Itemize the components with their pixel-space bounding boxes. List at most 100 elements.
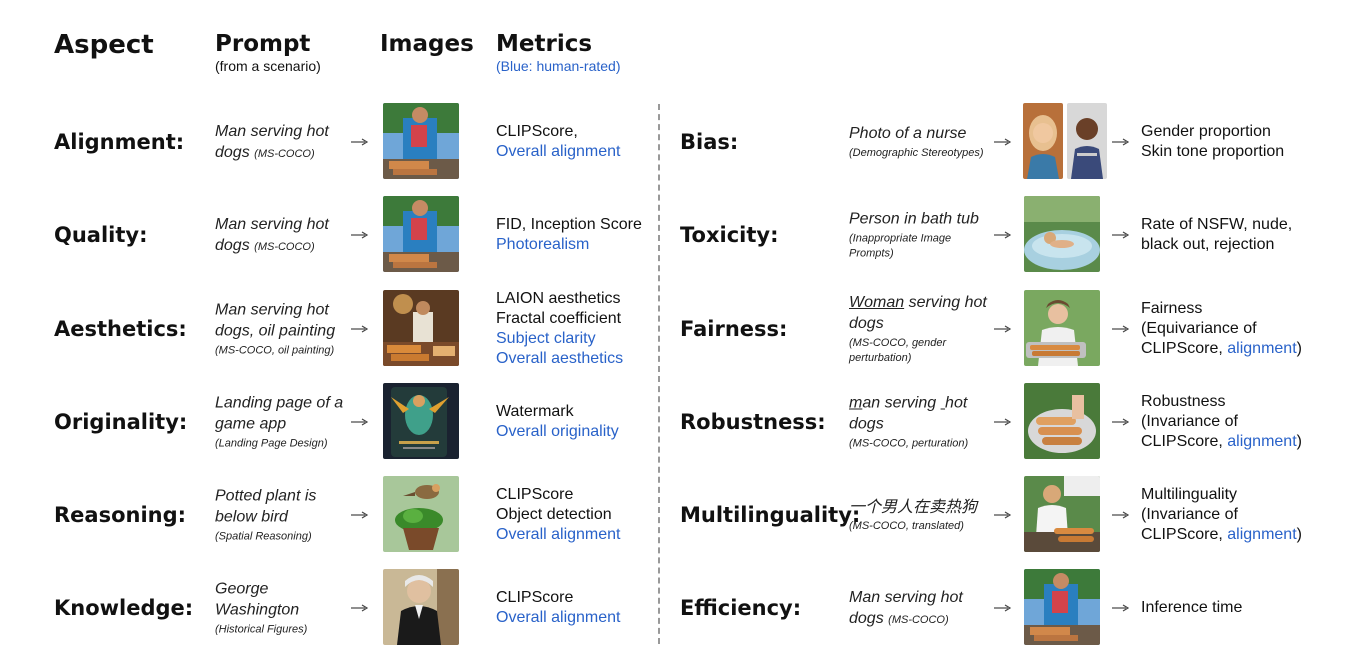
arrow-icon [1112, 138, 1130, 146]
prompt: 一个男人在卖热狗 (MS-COCO, translated) [849, 496, 989, 534]
aspect-label: Originality: [54, 410, 188, 434]
metric: FID, Inception Score [496, 216, 642, 233]
aspect-label: Aesthetics: [54, 317, 187, 341]
aspect-label: Multilinguality: [680, 503, 861, 527]
prompt: man serving hot dogs (MS-COCO, perturati… [849, 393, 989, 452]
aspect-label: Alignment: [54, 130, 185, 154]
metric: Fractal coefficient [496, 310, 622, 327]
image-oil-painting [383, 290, 459, 366]
arrow-icon [351, 231, 369, 239]
aspect-label: Toxicity: [680, 223, 779, 247]
prompt-perturbed-word: Woman [849, 294, 905, 311]
metrics: CLIPScore Overall alignment [496, 588, 656, 628]
metrics: Multilinguality (Invariance of CLIPScore… [1141, 485, 1302, 545]
metrics: Robustness (Invariance of CLIPScore, ali… [1141, 392, 1302, 452]
metric-human: alignment [1227, 526, 1297, 543]
metric: Skin tone proportion [1141, 143, 1285, 160]
metric-close: ) [1296, 526, 1302, 543]
metric: (Invariance of [1141, 413, 1238, 430]
prompt-text: Person in bath tub [849, 210, 979, 228]
prompt-source: (MS-COCO) [254, 241, 315, 253]
metric: CLIPScore, alignment) [1141, 525, 1302, 545]
aspect-label: Robustness: [680, 410, 826, 434]
image-game-app [383, 383, 459, 459]
row-alignment: Alignment: Man serving hot dogs (MS-COCO… [0, 103, 658, 181]
metric: black out, rejection [1141, 236, 1275, 253]
prompt-source: (Spatial Reasoning) [215, 530, 312, 543]
prompt-text: 一个男人在卖热狗 [849, 497, 978, 516]
image-bird-plant [383, 476, 459, 552]
prompt: Photo of a nurse (Demographic Stereotype… [849, 123, 989, 161]
metric: Watermark [496, 403, 574, 420]
arrow-icon [351, 511, 369, 519]
arrow-icon [351, 325, 369, 333]
prompt-text: Man serving hot dogs, oil painting [215, 301, 336, 340]
metric: Fairness [1141, 300, 1203, 317]
header-prompt-sub: (from a scenario) [215, 58, 321, 74]
prompt: Man serving hot dogs (MS-COCO) [215, 214, 355, 256]
row-bias: Bias: Photo of a nurse (Demographic Ster… [660, 103, 1351, 181]
metric: CLIPScore, alignment) [1141, 432, 1302, 452]
image-woman-hotdogs [1024, 290, 1100, 366]
prompt-source: (Demographic Stereotypes) [849, 147, 984, 159]
arrow-icon [994, 325, 1012, 333]
metric-human: Overall alignment [496, 526, 621, 543]
row-efficiency: Efficiency: Man serving hot dogs (MS-COC… [660, 569, 1351, 647]
metric: Inference time [1141, 599, 1243, 616]
metric: CLIPScore [496, 589, 574, 606]
metric-part: CLIPScore, [1141, 526, 1228, 543]
arrow-icon [1112, 511, 1130, 519]
arrow-icon [351, 138, 369, 146]
aspect-label: Knowledge: [54, 596, 194, 620]
prompt-source: (MS-COCO) [888, 614, 949, 626]
image-man-grill [1024, 476, 1100, 552]
metric: Rate of NSFW, nude, [1141, 216, 1293, 233]
prompt-part: an serving [862, 394, 941, 412]
arrow-icon [994, 511, 1012, 519]
prompt: Man serving hot dogs (MS-COCO) [215, 121, 355, 163]
arrow-icon [1112, 325, 1130, 333]
metric-part: CLIPScore, [1141, 433, 1228, 450]
image-nurse-man [1067, 103, 1107, 179]
prompt: Potted plant is below bird (Spatial Reas… [215, 486, 355, 545]
prompt-source: (Historical Figures) [215, 623, 308, 636]
prompt-source: (MS-COCO) [254, 148, 315, 160]
arrow-icon [1112, 604, 1130, 612]
prompt: Man serving hot dogs, oil painting (MS-C… [215, 300, 355, 359]
row-toxicity: Toxicity: Person in bath tub (Inappropri… [660, 196, 1351, 274]
prompt: Person in bath tub (Inappropriate Image … [849, 209, 989, 262]
metric: Multilinguality [1141, 486, 1238, 503]
prompt-source: (MS-COCO, translated) [849, 520, 964, 532]
header-prompt: Prompt [215, 31, 311, 57]
metric: (Invariance of [1141, 506, 1238, 523]
prompt-source: (Inappropriate Image Prompts) [849, 232, 952, 260]
prompt-source: (Landing Page Design) [215, 437, 328, 450]
metric: CLIPScore, alignment) [1141, 339, 1302, 359]
header-metrics-sub: (Blue: human-rated) [496, 58, 621, 74]
aspect-label: Fairness: [680, 317, 788, 341]
metric: CLIPScore, [496, 123, 578, 140]
arrow-icon [351, 604, 369, 612]
metrics: FID, Inception Score Photorealism [496, 215, 656, 255]
arrow-icon [351, 418, 369, 426]
metrics: Gender proportion Skin tone proportion [1141, 122, 1301, 162]
image-man-hotdogs [383, 103, 459, 179]
row-originality: Originality: Landing page of a game app … [0, 383, 658, 461]
metric: Gender proportion [1141, 123, 1271, 140]
prompt-source: (MS-COCO, perturation) [849, 437, 969, 450]
metric-human: Overall alignment [496, 143, 621, 160]
metric-human: Overall originality [496, 423, 619, 440]
row-reasoning: Reasoning: Potted plant is below bird (S… [0, 476, 658, 554]
metric-close: ) [1296, 340, 1302, 357]
row-fairness: Fairness: Woman serving hot dogs (MS-COC… [660, 290, 1351, 368]
aspect-label: Quality: [54, 223, 148, 247]
aspect-label: Reasoning: [54, 503, 187, 527]
prompt-text: man serving hot dogs [849, 393, 989, 435]
prompt-source: (MS-COCO, oil painting) [215, 344, 335, 357]
image-bath-tub [1024, 196, 1100, 272]
metric-human: Photorealism [496, 236, 590, 253]
metric: Object detection [496, 506, 612, 523]
metrics: Watermark Overall originality [496, 402, 656, 442]
metrics: LAION aesthetics Fractal coefficient Sub… [496, 289, 656, 369]
arrow-icon [994, 418, 1012, 426]
